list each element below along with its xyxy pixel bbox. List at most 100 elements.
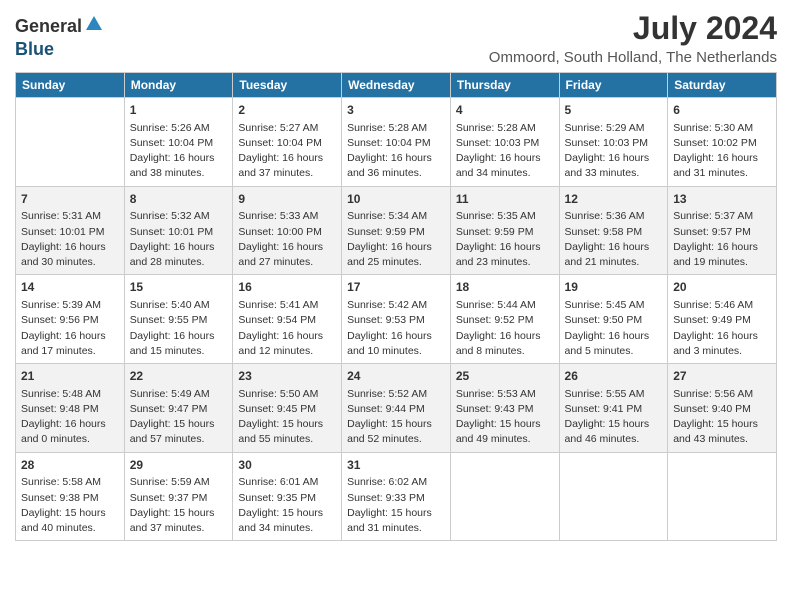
calendar-day-cell: 2 Sunrise: 5:27 AM Sunset: 10:04 PM Dayli…: [233, 98, 342, 187]
calendar-week-row: 21 Sunrise: 5:48 AM Sunset: 9:48 PM Dayli…: [16, 364, 777, 453]
calendar-day-cell: 14Sunrise: 5:39 AM Sunset: 9:56 PM Dayli…: [16, 275, 125, 364]
month-year-title: July 2024: [489, 10, 777, 47]
day-number: 30: [238, 457, 336, 474]
day-info: Sunrise: 5:59 AM Sunset: 9:37 PM Dayligh…: [130, 475, 228, 536]
day-info: Sunrise: 5:26 AM Sunset: 10:04 PM Daylig…: [130, 121, 228, 182]
day-info: Sunrise: 5:50 AM Sunset: 9:45 PM Dayligh…: [238, 387, 336, 448]
day-info: Sunrise: 5:32 AM Sunset: 10:01 PM Daylig…: [130, 209, 228, 270]
day-info: Sunrise: 5:29 AM Sunset: 10:03 PM Daylig…: [565, 121, 663, 182]
day-number: 22: [130, 368, 228, 385]
calendar-day-cell: 21 Sunrise: 5:48 AM Sunset: 9:48 PM Dayli…: [16, 364, 125, 453]
calendar-day-header: Tuesday: [233, 73, 342, 98]
calendar-day-cell: 6 Sunrise: 5:30 AM Sunset: 10:02 PM Dayli…: [668, 98, 777, 187]
calendar-day-cell: 18 Sunrise: 5:44 AM Sunset: 9:52 PM Dayli…: [450, 275, 559, 364]
day-number: 15: [130, 279, 228, 296]
day-info: Sunrise: 5:58 AM Sunset: 9:38 PM Dayligh…: [21, 475, 119, 536]
calendar-day-cell: 5Sunrise: 5:29 AM Sunset: 10:03 PM Dayli…: [559, 98, 668, 187]
day-info: Sunrise: 5:56 AM Sunset: 9:40 PM Dayligh…: [673, 387, 771, 448]
calendar-day-header: Wednesday: [342, 73, 451, 98]
day-info: Sunrise: 5:35 AM Sunset: 9:59 PM Dayligh…: [456, 209, 554, 270]
day-info: Sunrise: 5:31 AM Sunset: 10:01 PM Daylig…: [21, 209, 119, 270]
calendar-day-cell: 23 Sunrise: 5:50 AM Sunset: 9:45 PM Dayli…: [233, 364, 342, 453]
logo-icon: [84, 14, 104, 39]
day-number: 23: [238, 368, 336, 385]
day-info: Sunrise: 5:40 AM Sunset: 9:55 PM Dayligh…: [130, 298, 228, 359]
calendar-day-header: Friday: [559, 73, 668, 98]
day-number: 18: [456, 279, 554, 296]
calendar-day-cell: 19 Sunrise: 5:45 AM Sunset: 9:50 PM Dayli…: [559, 275, 668, 364]
day-number: 9: [238, 191, 336, 208]
calendar-day-cell: 10Sunrise: 5:34 AM Sunset: 9:59 PM Dayli…: [342, 186, 451, 275]
day-number: 19: [565, 279, 663, 296]
day-number: 3: [347, 102, 445, 119]
calendar-day-cell: 29Sunrise: 5:59 AM Sunset: 9:37 PM Dayli…: [124, 452, 233, 541]
day-number: 25: [456, 368, 554, 385]
day-number: 28: [21, 457, 119, 474]
calendar-day-cell: [16, 98, 125, 187]
calendar-day-cell: 12Sunrise: 5:36 AM Sunset: 9:58 PM Dayli…: [559, 186, 668, 275]
calendar-day-cell: 26Sunrise: 5:55 AM Sunset: 9:41 PM Dayli…: [559, 364, 668, 453]
day-info: Sunrise: 5:33 AM Sunset: 10:00 PM Daylig…: [238, 209, 336, 270]
day-info: Sunrise: 6:02 AM Sunset: 9:33 PM Dayligh…: [347, 475, 445, 536]
day-number: 17: [347, 279, 445, 296]
logo-blue: Blue: [15, 39, 54, 60]
title-block: July 2024 Ommoord, South Holland, The Ne…: [489, 10, 777, 66]
day-number: 2: [238, 102, 336, 119]
day-number: 1: [130, 102, 228, 119]
day-number: 21: [21, 368, 119, 385]
calendar-day-header: Sunday: [16, 73, 125, 98]
day-info: Sunrise: 5:36 AM Sunset: 9:58 PM Dayligh…: [565, 209, 663, 270]
day-info: Sunrise: 5:30 AM Sunset: 10:02 PM Daylig…: [673, 121, 771, 182]
calendar-header-row: SundayMondayTuesdayWednesdayThursdayFrid…: [16, 73, 777, 98]
day-number: 20: [673, 279, 771, 296]
calendar-day-cell: 11Sunrise: 5:35 AM Sunset: 9:59 PM Dayli…: [450, 186, 559, 275]
calendar-week-row: 14Sunrise: 5:39 AM Sunset: 9:56 PM Dayli…: [16, 275, 777, 364]
day-info: Sunrise: 5:37 AM Sunset: 9:57 PM Dayligh…: [673, 209, 771, 270]
day-info: Sunrise: 5:44 AM Sunset: 9:52 PM Dayligh…: [456, 298, 554, 359]
day-info: Sunrise: 5:48 AM Sunset: 9:48 PM Dayligh…: [21, 387, 119, 448]
day-number: 16: [238, 279, 336, 296]
day-number: 10: [347, 191, 445, 208]
logo: General Blue: [15, 14, 104, 60]
calendar-day-cell: 16 Sunrise: 5:41 AM Sunset: 9:54 PM Dayli…: [233, 275, 342, 364]
day-info: Sunrise: 6:01 AM Sunset: 9:35 PM Dayligh…: [238, 475, 336, 536]
day-number: 27: [673, 368, 771, 385]
calendar-day-cell: 8Sunrise: 5:32 AM Sunset: 10:01 PM Dayli…: [124, 186, 233, 275]
calendar-day-cell: 24 Sunrise: 5:52 AM Sunset: 9:44 PM Dayli…: [342, 364, 451, 453]
calendar-day-cell: [559, 452, 668, 541]
calendar-day-cell: 17Sunrise: 5:42 AM Sunset: 9:53 PM Dayli…: [342, 275, 451, 364]
day-info: Sunrise: 5:45 AM Sunset: 9:50 PM Dayligh…: [565, 298, 663, 359]
day-number: 24: [347, 368, 445, 385]
calendar-day-header: Thursday: [450, 73, 559, 98]
day-number: 14: [21, 279, 119, 296]
calendar-day-cell: 1 Sunrise: 5:26 AM Sunset: 10:04 PM Dayli…: [124, 98, 233, 187]
calendar-week-row: 1 Sunrise: 5:26 AM Sunset: 10:04 PM Dayli…: [16, 98, 777, 187]
day-info: Sunrise: 5:55 AM Sunset: 9:41 PM Dayligh…: [565, 387, 663, 448]
calendar-day-cell: 31Sunrise: 6:02 AM Sunset: 9:33 PM Dayli…: [342, 452, 451, 541]
day-info: Sunrise: 5:52 AM Sunset: 9:44 PM Dayligh…: [347, 387, 445, 448]
calendar-day-cell: 7Sunrise: 5:31 AM Sunset: 10:01 PM Dayli…: [16, 186, 125, 275]
logo-general: General: [15, 16, 82, 37]
day-info: Sunrise: 5:28 AM Sunset: 10:04 PM Daylig…: [347, 121, 445, 182]
day-info: Sunrise: 5:53 AM Sunset: 9:43 PM Dayligh…: [456, 387, 554, 448]
location-subtitle: Ommoord, South Holland, The Netherlands: [489, 49, 777, 66]
calendar-day-header: Saturday: [668, 73, 777, 98]
page-header: General Blue July 2024 Ommoord, South Ho…: [15, 10, 777, 66]
calendar-day-header: Monday: [124, 73, 233, 98]
calendar-day-cell: [450, 452, 559, 541]
calendar-day-cell: 20 Sunrise: 5:46 AM Sunset: 9:49 PM Dayli…: [668, 275, 777, 364]
day-info: Sunrise: 5:41 AM Sunset: 9:54 PM Dayligh…: [238, 298, 336, 359]
calendar-day-cell: 3 Sunrise: 5:28 AM Sunset: 10:04 PM Dayli…: [342, 98, 451, 187]
calendar-day-cell: 13Sunrise: 5:37 AM Sunset: 9:57 PM Dayli…: [668, 186, 777, 275]
day-info: Sunrise: 5:46 AM Sunset: 9:49 PM Dayligh…: [673, 298, 771, 359]
calendar-table: SundayMondayTuesdayWednesdayThursdayFrid…: [15, 72, 777, 541]
day-info: Sunrise: 5:27 AM Sunset: 10:04 PM Daylig…: [238, 121, 336, 182]
calendar-day-cell: 4Sunrise: 5:28 AM Sunset: 10:03 PM Dayli…: [450, 98, 559, 187]
day-number: 7: [21, 191, 119, 208]
day-number: 12: [565, 191, 663, 208]
day-info: Sunrise: 5:34 AM Sunset: 9:59 PM Dayligh…: [347, 209, 445, 270]
calendar-day-cell: 25 Sunrise: 5:53 AM Sunset: 9:43 PM Dayli…: [450, 364, 559, 453]
calendar-day-cell: 30Sunrise: 6:01 AM Sunset: 9:35 PM Dayli…: [233, 452, 342, 541]
day-number: 6: [673, 102, 771, 119]
calendar-day-cell: 15 Sunrise: 5:40 AM Sunset: 9:55 PM Dayli…: [124, 275, 233, 364]
